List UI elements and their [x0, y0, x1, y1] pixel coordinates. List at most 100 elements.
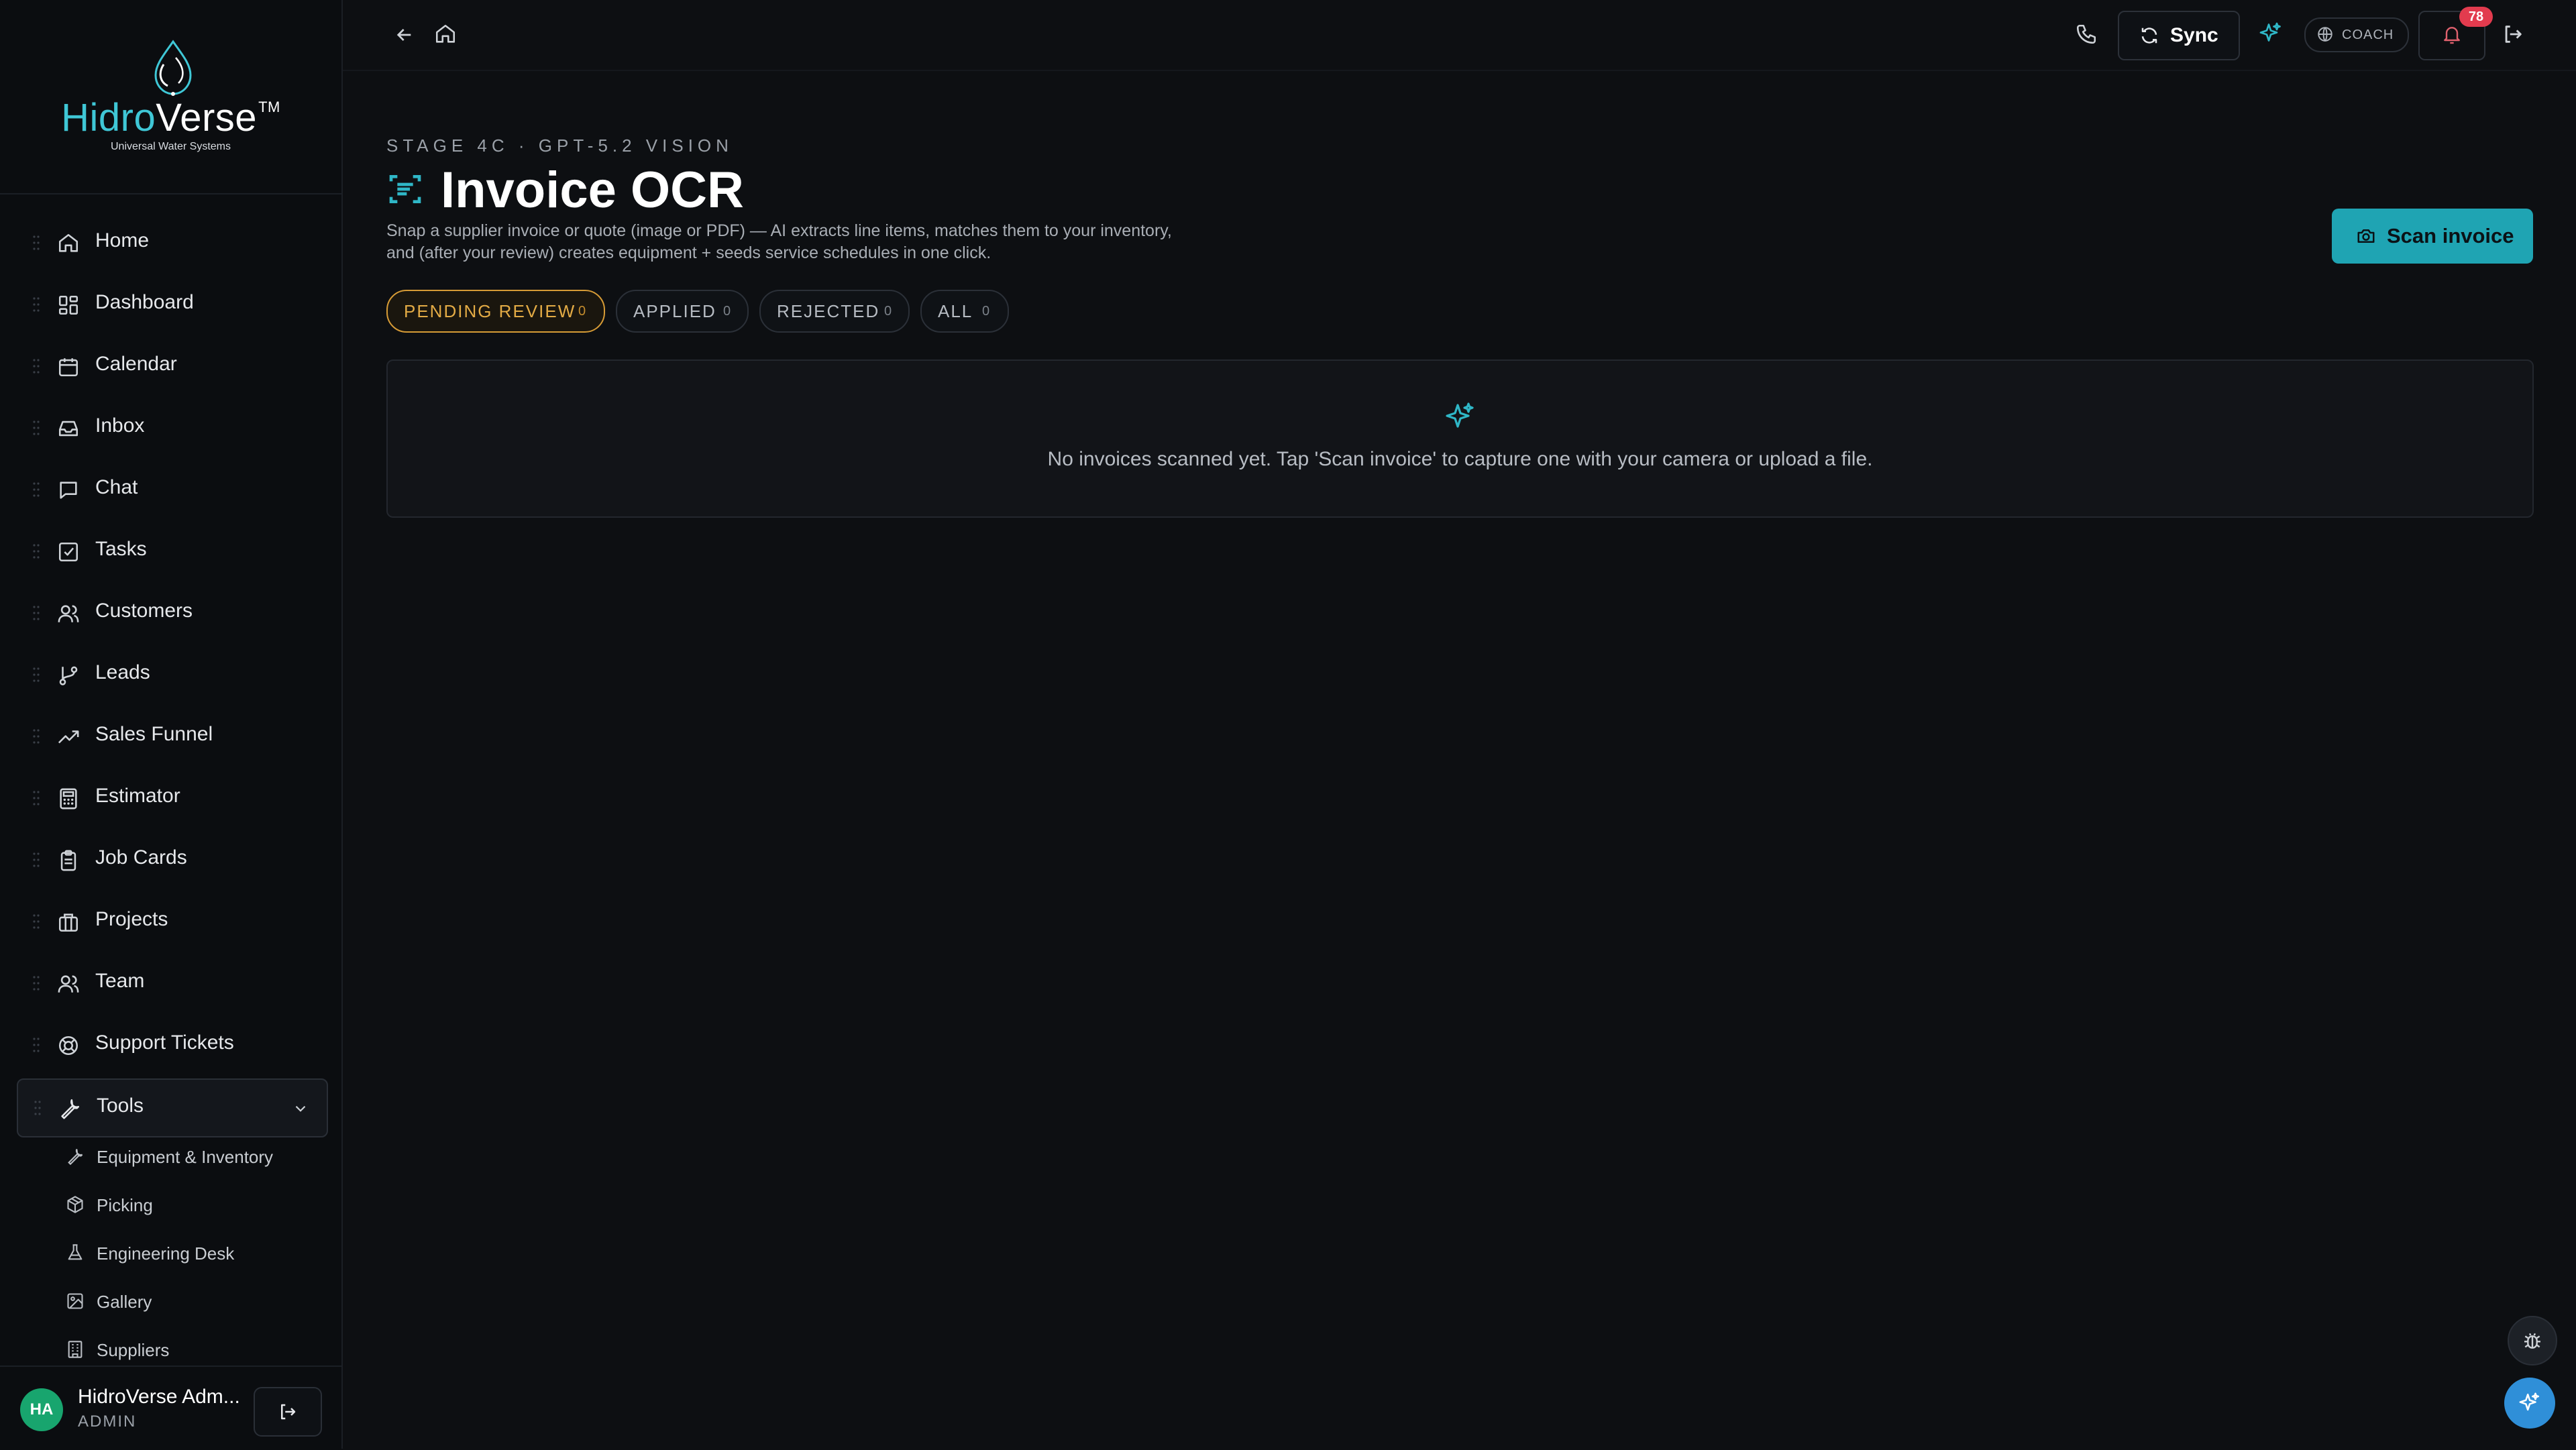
scan-invoice-button[interactable]: Scan invoice: [2332, 209, 2533, 264]
sidebar-item-calendar[interactable]: Calendar: [17, 338, 325, 394]
drag-handle-icon[interactable]: [33, 790, 40, 806]
page-description: Snap a supplier invoice or quote (image …: [386, 221, 1172, 262]
ai-assistant-button[interactable]: [2504, 1378, 2555, 1429]
brand-tagline: Universal Water Systems: [111, 141, 231, 152]
sparkles-icon: [2519, 1392, 2540, 1411]
drag-handle-icon[interactable]: [33, 420, 40, 436]
user-role: ADMIN: [78, 1412, 137, 1431]
sidebar-item-estimator[interactable]: Estimator: [17, 770, 325, 826]
flask-icon: [68, 1244, 83, 1260]
empty-state-message: No invoices scanned yet. Tap 'Scan invoi…: [1047, 448, 1873, 470]
sidebar-item-dashboard[interactable]: Dashboard: [17, 276, 325, 333]
empty-state-card: No invoices scanned yet. Tap 'Scan invoi…: [386, 359, 2534, 518]
trending-up-icon: [58, 730, 79, 744]
sidebar-subitem-picking[interactable]: Picking: [66, 1184, 321, 1225]
user-profile-bar: HA HidroVerse Adm... ADMIN: [0, 1365, 341, 1450]
sidebar-subitem-label: Equipment & Inventory: [97, 1147, 274, 1167]
sparkles-icon: [1446, 402, 1474, 428]
chat-icon: [60, 482, 77, 499]
inbox-icon: [58, 421, 78, 437]
sidebar-item-label: Projects: [95, 908, 168, 930]
sidebar-subitem-equipment-inventory[interactable]: Equipment & Inventory: [66, 1136, 321, 1176]
tab-applied[interactable]: APPLIED 0: [616, 290, 749, 333]
sidebar-item-label: Home: [95, 229, 150, 252]
tab-label: APPLIED: [633, 301, 716, 321]
home-icon[interactable]: [434, 23, 457, 46]
sidebar-item-team[interactable]: Team: [17, 955, 325, 1011]
sidebar-logout-button[interactable]: [254, 1387, 322, 1437]
drag-handle-icon[interactable]: [33, 482, 40, 498]
sidebar-subitem-engineering-desk[interactable]: Engineering Desk: [66, 1233, 321, 1273]
wrench-icon: [68, 1149, 83, 1166]
tab-count: 0: [982, 304, 990, 319]
page-eyebrow: STAGE 4C · GPT-5.2 VISION: [386, 135, 733, 156]
logout-icon[interactable]: [2502, 23, 2524, 46]
sidebar-item-customers[interactable]: Customers: [17, 585, 325, 641]
sidebar-item-label: Support Tickets: [95, 1031, 234, 1054]
sidebar-item-inbox[interactable]: Inbox: [17, 400, 325, 456]
drag-handle-icon[interactable]: [33, 235, 40, 251]
tab-label: ALL: [938, 301, 973, 321]
team-icon: [58, 975, 79, 993]
drag-handle-icon[interactable]: [33, 605, 40, 621]
tab-count: 0: [723, 304, 731, 319]
drag-handle-icon[interactable]: [33, 852, 40, 868]
coach-button[interactable]: COACH: [2304, 17, 2409, 52]
brand-logo[interactable]: HidroVerseTM Universal Water Systems: [0, 0, 341, 194]
sidebar-item-label: Chat: [95, 476, 138, 498]
avatar[interactable]: HA: [20, 1388, 63, 1431]
sidebar-item-support-tickets[interactable]: Support Tickets: [17, 1017, 325, 1073]
bug-report-button[interactable]: [2508, 1316, 2557, 1365]
scan-text-icon: [389, 175, 421, 203]
drag-handle-icon[interactable]: [34, 1100, 41, 1116]
tab-pending-review[interactable]: PENDING REVIEW 0: [386, 290, 605, 333]
sidebar-item-projects[interactable]: Projects: [17, 893, 325, 950]
bug-icon: [2524, 1333, 2540, 1349]
logout-icon: [281, 1404, 296, 1420]
sidebar-item-tasks[interactable]: Tasks: [17, 523, 325, 579]
drag-handle-icon[interactable]: [33, 667, 40, 683]
home-icon: [58, 233, 78, 252]
drag-handle-icon[interactable]: [33, 296, 40, 313]
phone-icon[interactable]: [2075, 23, 2098, 46]
tab-label: PENDING REVIEW: [404, 301, 576, 321]
image-icon: [67, 1293, 83, 1309]
drag-handle-icon[interactable]: [33, 1037, 40, 1053]
back-arrow-icon[interactable]: [394, 24, 415, 46]
drag-handle-icon[interactable]: [33, 358, 40, 374]
drag-handle-icon[interactable]: [33, 728, 40, 744]
sidebar-item-label: Dashboard: [95, 291, 194, 313]
sidebar-item-tools[interactable]: Tools: [17, 1078, 328, 1137]
sidebar-subitem-gallery[interactable]: Gallery: [66, 1281, 321, 1321]
sidebar-item-leads[interactable]: Leads: [17, 647, 325, 703]
sidebar-subitem-label: Suppliers: [97, 1340, 170, 1360]
dashboard-icon: [58, 295, 78, 315]
lifebuoy-icon: [58, 1036, 78, 1056]
app-root: HidroVerseTM Universal Water Systems Hom…: [0, 0, 2576, 1450]
globe-icon: [2318, 27, 2332, 42]
drag-handle-icon[interactable]: [33, 913, 40, 930]
tab-all[interactable]: ALL 0: [920, 290, 1009, 333]
tasks-icon: [58, 542, 78, 562]
sidebar-item-label: Team: [95, 970, 145, 992]
wrench-icon: [61, 1099, 80, 1119]
tab-rejected[interactable]: REJECTED 0: [759, 290, 910, 333]
users-icon: [58, 605, 79, 622]
building-icon: [68, 1341, 83, 1358]
brand-name-part2: Verse: [156, 96, 258, 140]
drag-handle-icon[interactable]: [33, 975, 40, 991]
sidebar-item-chat[interactable]: Chat: [17, 461, 325, 518]
chevron-down-icon[interactable]: [292, 1100, 309, 1117]
sidebar-item-label: Job Cards: [95, 846, 187, 869]
scan-invoice-label: Scan invoice: [2387, 224, 2514, 247]
sync-button[interactable]: Sync: [2118, 11, 2240, 60]
sidebar-subitem-suppliers[interactable]: Suppliers: [66, 1329, 321, 1370]
drag-handle-icon[interactable]: [33, 543, 40, 559]
sidebar-item-home[interactable]: Home: [17, 215, 325, 271]
calendar-icon: [58, 358, 78, 377]
user-name: HidroVerse Adm...: [78, 1386, 240, 1408]
sidebar-item-sales-funnel[interactable]: Sales Funnel: [17, 708, 325, 765]
coach-label: COACH: [2342, 27, 2394, 42]
sparkles-icon[interactable]: [2259, 21, 2283, 46]
sidebar-item-job-cards[interactable]: Job Cards: [17, 832, 325, 888]
